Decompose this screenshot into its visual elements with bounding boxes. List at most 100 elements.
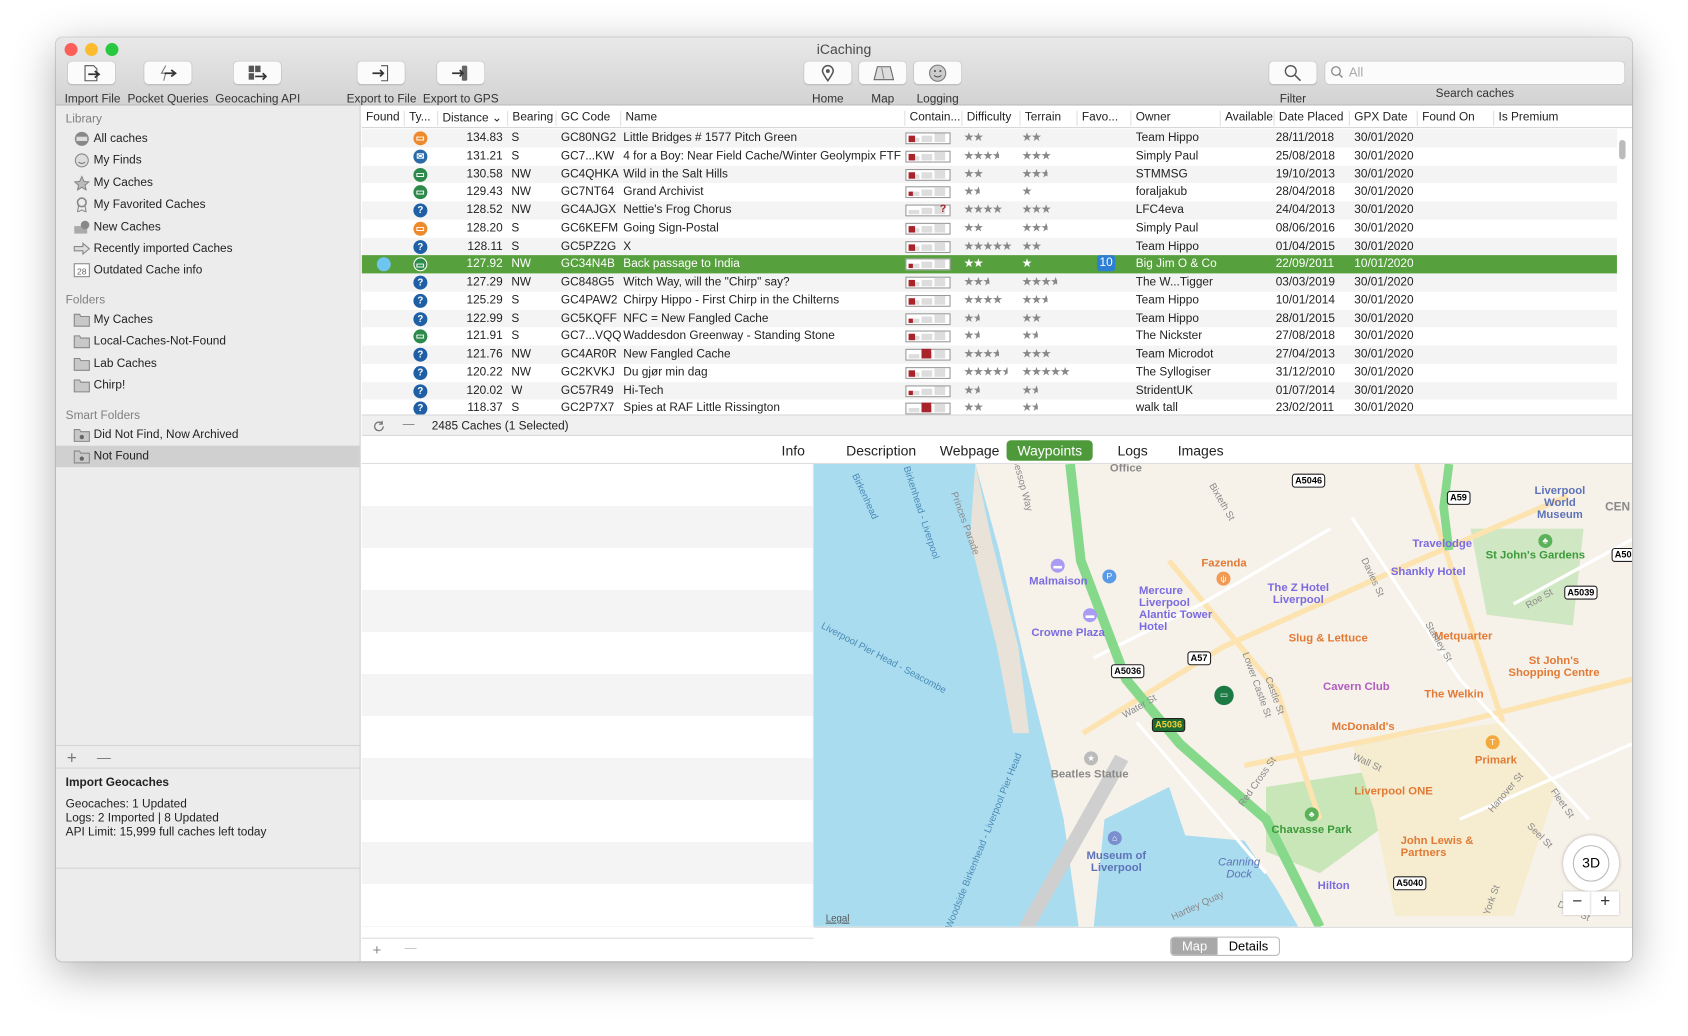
home-button[interactable]: Home <box>803 61 853 105</box>
tab-waypoints[interactable]: Waypoints <box>1006 440 1093 461</box>
table-row[interactable]: ▭ 121.91 S GC7...VQQ Waddesdon Greenway - St… <box>362 328 1617 346</box>
terrain-stars: ★★ <box>1021 329 1038 343</box>
map-button[interactable]: Map <box>858 61 908 105</box>
column-header[interactable]: GC Code <box>555 110 620 126</box>
zoom-in-button[interactable]: + <box>1591 891 1620 916</box>
parking-icon[interactable]: P <box>1102 569 1117 584</box>
details-mode-button[interactable]: Details <box>1218 938 1279 955</box>
hotel-icon[interactable]: ▬ <box>1082 608 1097 623</box>
sidebar-item-library[interactable]: 28 Outdated Cache info <box>56 260 360 282</box>
cache-table: Found Ty... Distance ⌄ Bearing GC Code Name Co… <box>361 105 1633 415</box>
column-header[interactable]: Terrain <box>1019 110 1076 126</box>
table-row[interactable]: ▭ 127.92 NW GC34N4B Back passage to India ★★ ★… <box>361 255 1617 274</box>
sidebar-item-label: My Caches <box>93 313 153 327</box>
column-header[interactable]: Ty... <box>403 110 437 126</box>
sidebar-item-folder[interactable]: Local-Caches-Not-Found <box>56 331 360 353</box>
zoom-out-button[interactable]: − <box>1563 891 1592 916</box>
park-icon[interactable]: ♣ <box>1538 533 1553 548</box>
geocaching-api-button[interactable]: Geocaching API <box>215 61 300 105</box>
column-header[interactable]: Bearing <box>507 110 555 126</box>
legal-link[interactable]: Legal <box>826 913 850 924</box>
waypoints-list[interactable] <box>361 463 814 927</box>
export-to-file-button[interactable]: Export to File <box>347 61 416 105</box>
statue-icon[interactable]: ★ <box>1084 751 1099 766</box>
remove-folder-button[interactable]: — <box>97 749 111 765</box>
column-header[interactable]: Available <box>1219 110 1274 126</box>
table-row[interactable]: ? 125.29 S GC4PAW2 Chirpy Hippo - First Chir… <box>362 291 1617 309</box>
museum-icon[interactable]: ⌂ <box>1107 831 1122 846</box>
table-row[interactable]: ▭128.20SGC6KEFMGoing Sign-Postal★★★★★Sim… <box>362 219 1617 237</box>
tab-info[interactable]: Info <box>771 440 816 460</box>
table-row[interactable]: ? 120.02 W GC57R49 Hi-Tech ★★ ★★ StridentUK 01/0… <box>361 381 1617 400</box>
name-cell: X <box>623 239 632 253</box>
gpx-date-cell: 30/01/2020 <box>1354 347 1414 361</box>
search-input[interactable]: All <box>1325 61 1625 84</box>
tab-description[interactable]: Description <box>835 440 927 460</box>
remove-waypoint-button[interactable]: — <box>405 942 417 955</box>
import-geocaches-line: Geocaches: 1 Updated <box>65 797 187 811</box>
sidebar-item-library[interactable]: New Caches <box>56 216 360 238</box>
column-header[interactable]: Is Premium <box>1493 110 1615 126</box>
hotel-icon[interactable]: ▬ <box>1050 558 1065 573</box>
sidebar-item-folder[interactable]: My Caches <box>56 309 360 331</box>
sidebar-item-library[interactable]: Recently imported Caches <box>56 238 360 260</box>
table-row[interactable]: ? 128.11 S GC5PZ2G X ★★★★★ ★★ Team Hippo 01/04/2… <box>361 237 1617 256</box>
tab-webpage[interactable]: Webpage <box>929 440 1010 460</box>
add-folder-button[interactable]: + <box>67 749 77 768</box>
filter-button[interactable]: Filter <box>1268 61 1318 105</box>
column-header[interactable]: Date Placed <box>1273 110 1349 126</box>
refresh-icon[interactable] <box>372 420 385 433</box>
clothing-store-icon[interactable]: T <box>1485 735 1500 750</box>
table-row[interactable]: ? 128.52 NW GC4AJGX Nettie's Frog Chorus? ★★★… <box>361 201 1617 220</box>
folder-icon <box>73 312 90 327</box>
table-row[interactable]: ✉ 131.21 S GC7...KW 4 for a Boy: Near Field … <box>362 147 1617 165</box>
sidebar-item-folder[interactable]: Chirp! <box>56 375 360 397</box>
map-mode-button[interactable]: Map <box>1171 937 1218 955</box>
remove-cache-button[interactable]: — <box>403 418 415 431</box>
column-header[interactable]: Found On <box>1416 110 1493 126</box>
restaurant-icon[interactable]: ψ <box>1216 571 1231 586</box>
geocache-marker-icon[interactable]: ▭ <box>1214 685 1234 706</box>
column-header[interactable]: Found <box>362 111 404 126</box>
table-row[interactable]: ▭129.43NWGC7NT64Grand Archivist★★★foralj… <box>362 183 1617 201</box>
column-header[interactable]: GPX Date <box>1348 110 1417 126</box>
column-header[interactable]: Favo... <box>1076 110 1131 126</box>
table-row[interactable]: ? 122.99 S GC5KQFF NFC = New Fangled Cache ★ ★… <box>361 309 1617 328</box>
table-scrollbar[interactable] <box>1619 139 1626 160</box>
table-row[interactable]: ▭ 130.58 NW GC4QHKA Wild in the Salt Hills ★★… <box>361 165 1617 184</box>
compass-3d-button[interactable]: 3D <box>1563 835 1620 892</box>
table-row[interactable]: ? 127.29 NW GC848G5 Witch Way, will the "Chi… <box>361 273 1617 292</box>
import-file-button[interactable]: Import File <box>65 61 121 105</box>
tab-images[interactable]: Images <box>1167 440 1234 460</box>
sidebar-item-smart-folder[interactable]: Did Not Find, Now Archived <box>56 424 360 446</box>
mystery-cache-icon: ? <box>413 239 428 254</box>
table-header: Found Ty... Distance ⌄ Bearing GC Code Name Co… <box>361 106 1633 129</box>
pocket-queries-button[interactable]: Pocket Queries <box>127 61 209 105</box>
table-row[interactable]: ? 118.37 S GC2P7X7 Spies at RAF Little Rissi… <box>362 400 1617 415</box>
column-header[interactable]: Difficulty <box>961 110 1019 126</box>
sidebar-item-library[interactable]: My Finds <box>56 150 360 172</box>
column-header[interactable]: Name <box>620 110 904 126</box>
tab-logs[interactable]: Logs <box>1107 440 1159 460</box>
export-to-gps-button[interactable]: Export to GPS <box>422 61 500 105</box>
map-label: Crowne Plaza <box>1031 626 1105 640</box>
map-details-toggle[interactable]: Map Details <box>1170 936 1281 956</box>
sidebar-item-library[interactable]: My Favorited Caches <box>56 194 360 216</box>
table-row[interactable]: ▭ 134.83 S GC80NG2 Little Bridges # 1577 Pit… <box>361 129 1617 148</box>
table-row[interactable]: ?121.76NWGC4AR0RNew Fangled Cache★★★★★★★… <box>361 345 1617 364</box>
map-view[interactable]: Office Liverpool World Museum CEN Travel… <box>813 463 1633 927</box>
column-header[interactable]: Owner <box>1130 110 1219 126</box>
park-icon[interactable]: ♣ <box>1304 807 1319 822</box>
sidebar-item-library[interactable]: All caches <box>56 128 360 150</box>
table-row[interactable]: ? 120.22 NW GC2KVKJ Du gjør min dag ★★★★ ★ ★★★★… <box>362 364 1617 382</box>
difficulty-stars: ★★ <box>963 401 983 415</box>
sidebar-item-label: Outdated Cache info <box>93 264 203 278</box>
sidebar-item-smart-folder[interactable]: Not Found <box>55 446 360 468</box>
column-header[interactable]: Contain... <box>904 110 961 126</box>
sidebar-item-folder[interactable]: Lab Caches <box>56 353 360 375</box>
add-waypoint-button[interactable]: + <box>372 941 381 958</box>
column-header[interactable]: Distance ⌄ <box>437 110 507 126</box>
logging-button[interactable]: Logging <box>913 61 963 105</box>
gc-code-cell: GC7...VQQ <box>560 329 622 343</box>
sidebar-item-library[interactable]: My Caches <box>56 172 360 194</box>
